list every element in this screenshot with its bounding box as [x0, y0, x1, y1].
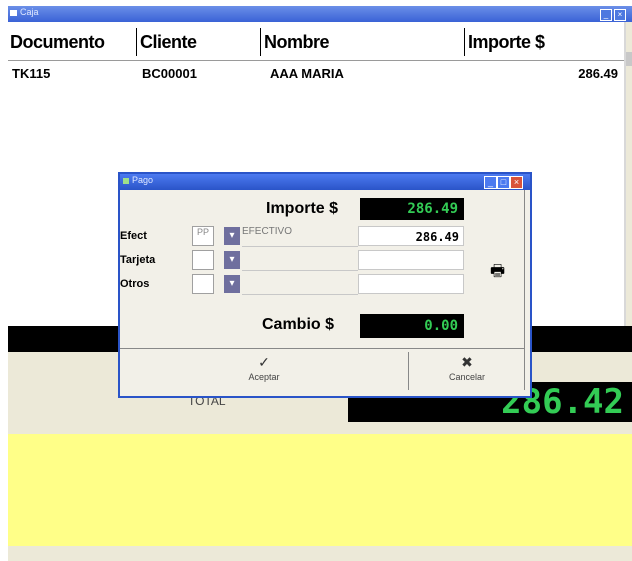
- column-separator[interactable]: [136, 28, 137, 56]
- accept-button[interactable]: ✓ Aceptar: [120, 352, 409, 390]
- column-separator[interactable]: [260, 28, 261, 56]
- cambio-value: 0.00: [360, 314, 464, 338]
- cancel-button[interactable]: ✖ Cancelar: [410, 352, 524, 390]
- grid-header: Documento Cliente Nombre Importe $: [8, 22, 624, 61]
- cancel-icon: ✖: [461, 354, 473, 370]
- importe-value: 286.49: [360, 198, 464, 220]
- row-label: Tarjeta: [120, 254, 156, 266]
- amount-field[interactable]: 286.49: [358, 226, 464, 246]
- payment-dialog: Pago _ □ × Importe $ 286.49 Efect PP ▾ E…: [118, 172, 532, 398]
- maximize-icon[interactable]: □: [497, 176, 510, 189]
- cell-cliente: BC00001: [142, 66, 197, 81]
- dialog-app-icon: [123, 178, 129, 184]
- close-icon[interactable]: ×: [510, 176, 523, 189]
- header-importe[interactable]: Importe $: [468, 32, 545, 53]
- scrollbar-stub[interactable]: [626, 52, 632, 66]
- importe-label: Importe $: [266, 200, 339, 217]
- cancel-label: Cancelar: [448, 372, 486, 382]
- cell-documento: TK115: [12, 66, 51, 81]
- code-field[interactable]: PP: [192, 226, 214, 246]
- title-bar: Caja _ ×: [8, 6, 632, 22]
- cell-importe: 286.49: [578, 66, 618, 81]
- column-separator[interactable]: [464, 28, 465, 56]
- header-nombre[interactable]: Nombre: [264, 32, 330, 53]
- description-field[interactable]: EFECTIVO: [242, 226, 358, 247]
- dialog-title-bar: Pago _ □ ×: [120, 174, 530, 190]
- minimize-icon[interactable]: _: [484, 176, 497, 189]
- header-documento[interactable]: Documento: [10, 32, 105, 53]
- cell-nombre: AAA MARIA: [270, 66, 344, 81]
- code-field[interactable]: [192, 250, 214, 270]
- description-field[interactable]: [242, 250, 358, 271]
- button-divider: [120, 348, 524, 349]
- amount-field[interactable]: [358, 250, 464, 270]
- lookup-button[interactable]: ▾: [224, 227, 240, 245]
- checkmark-icon: ✓: [258, 354, 270, 370]
- printer-icon[interactable]: 🖶: [490, 260, 505, 287]
- app-icon: [10, 10, 17, 16]
- code-field[interactable]: [192, 274, 214, 294]
- message-area: [8, 434, 632, 546]
- amount-field[interactable]: [358, 274, 464, 294]
- accept-label: Aceptar: [248, 372, 280, 382]
- cambio-label: Cambio $: [262, 316, 335, 333]
- lookup-button[interactable]: ▾: [224, 251, 240, 269]
- vertical-separator: [524, 190, 525, 390]
- lookup-button[interactable]: ▾: [224, 275, 240, 293]
- window-title: Caja: [20, 7, 39, 17]
- close-icon[interactable]: ×: [614, 9, 626, 21]
- minimize-icon[interactable]: _: [600, 9, 612, 21]
- header-cliente[interactable]: Cliente: [140, 32, 197, 53]
- dialog-title: Pago: [132, 175, 154, 185]
- description-field[interactable]: [242, 274, 358, 295]
- row-label: Efect: [120, 230, 147, 242]
- row-label: Otros: [120, 278, 150, 290]
